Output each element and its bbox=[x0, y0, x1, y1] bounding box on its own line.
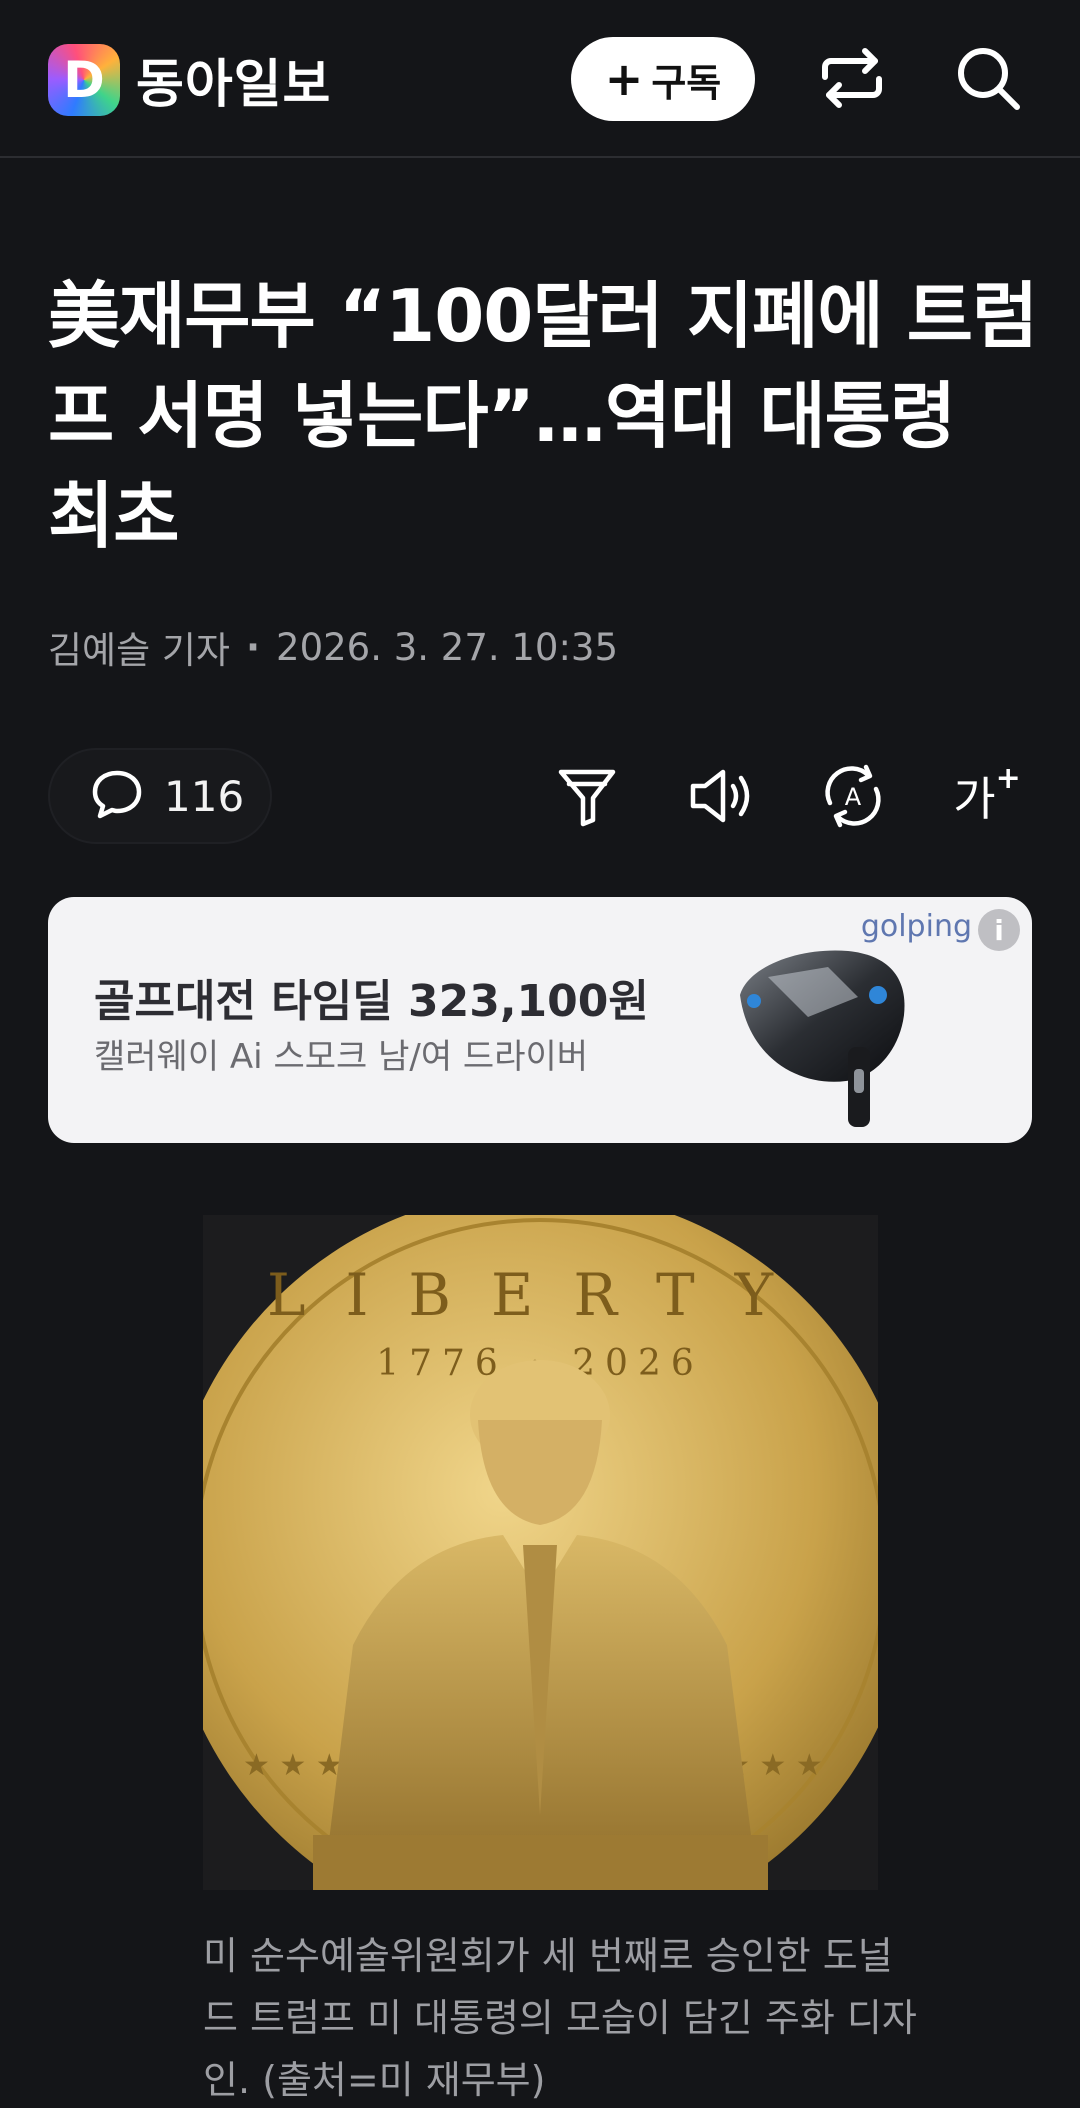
font-size-label: 가 bbox=[953, 772, 996, 826]
ad-product-image bbox=[728, 937, 918, 1137]
ad-info-icon[interactable]: i bbox=[978, 909, 1020, 951]
subscribe-label: 구독 bbox=[651, 60, 722, 105]
logo-mark: D bbox=[48, 43, 120, 116]
logo-text: 동아일보 bbox=[136, 55, 332, 115]
filter-icon[interactable] bbox=[547, 756, 627, 836]
subscribe-button[interactable]: + 구독 bbox=[571, 37, 755, 121]
meta-separator: · bbox=[245, 625, 261, 669]
font-size-plus: + bbox=[995, 760, 1021, 796]
logo[interactable]: D 동아일보 bbox=[48, 42, 331, 117]
author-name[interactable]: 김예슬 기자 bbox=[48, 620, 230, 674]
translate-icon[interactable]: A bbox=[813, 756, 893, 836]
comment-button[interactable]: 116 bbox=[48, 748, 272, 844]
ad-subtitle: 캘러웨이 Ai 스모크 남/여 드라이버 bbox=[94, 1037, 589, 1077]
comment-icon bbox=[90, 767, 144, 825]
font-size-icon[interactable]: 가 + bbox=[947, 756, 1027, 836]
svg-text:★ ★ ★: ★ ★ ★ bbox=[243, 1748, 343, 1783]
article-photo[interactable]: LIBERTY 1776 · 2026 ★ ★ ★ ★ ★ ★ bbox=[203, 1215, 878, 1890]
share-icon[interactable] bbox=[812, 38, 892, 118]
ad-banner[interactable]: golping i 골프대전 타임딜 323,100원 캘러웨이 Ai 스모크 … bbox=[48, 897, 1032, 1143]
app-header: D 동아일보 + 구독 bbox=[0, 0, 1080, 158]
svg-text:A: A bbox=[845, 783, 862, 811]
article-title: 美재무부 “100달러 지폐에 트럼프 서명 넣는다”…역대 대통령 최초 bbox=[48, 274, 1038, 558]
photo-caption: 미 순수예술위원회가 세 번째로 승인한 도널드 트럼프 미 대통령의 모습이 … bbox=[203, 1934, 917, 2102]
article-meta: 김예슬 기자 · 2026. 3. 27. 10:35 bbox=[48, 620, 618, 674]
comment-count: 116 bbox=[164, 771, 245, 821]
search-icon[interactable] bbox=[948, 38, 1028, 118]
svg-text:LIBERTY: LIBERTY bbox=[267, 1261, 813, 1329]
plus-icon: + bbox=[604, 52, 644, 106]
ad-title: 골프대전 타임딜 323,100원 bbox=[94, 976, 649, 1027]
speaker-icon[interactable] bbox=[682, 756, 762, 836]
publish-datetime: 2026. 3. 27. 10:35 bbox=[276, 625, 619, 669]
